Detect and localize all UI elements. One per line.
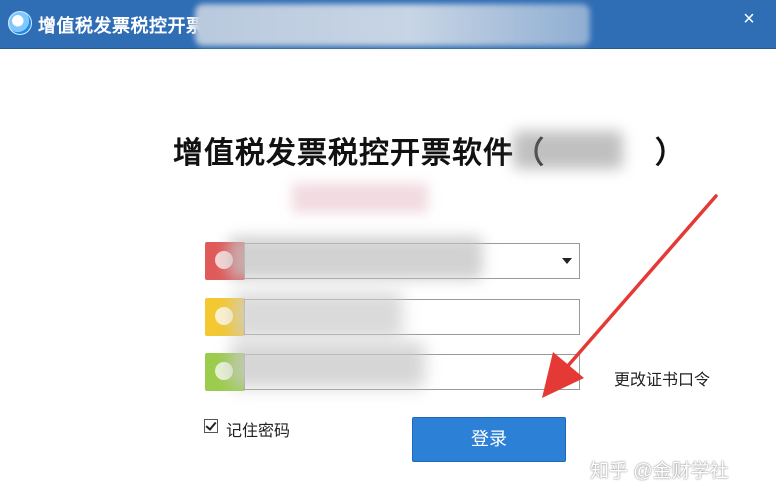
blurred-user-value bbox=[228, 236, 483, 280]
remember-password-label[interactable]: 记住密码 bbox=[226, 417, 290, 441]
remember-password-checkbox[interactable] bbox=[204, 419, 218, 433]
arrow-shaft bbox=[564, 194, 718, 370]
blurred-password-value bbox=[233, 292, 403, 338]
blurred-subtitle-region bbox=[292, 183, 428, 213]
checkmark-icon bbox=[205, 419, 217, 431]
app-logo-icon bbox=[8, 11, 32, 35]
login-button[interactable]: 登录 bbox=[412, 417, 566, 462]
page-heading-close: ） bbox=[655, 137, 686, 170]
blurred-cert-value bbox=[230, 342, 425, 388]
blurred-title-region bbox=[195, 4, 590, 46]
window-title: 增值税发票税控开票 bbox=[38, 16, 205, 36]
title-bar: 增值税发票税控开票 × bbox=[0, 0, 776, 49]
close-icon[interactable]: × bbox=[740, 9, 758, 29]
page-heading-text: 增值税发票税控开票软件（ bbox=[173, 137, 545, 170]
blurred-heading-region bbox=[513, 131, 623, 169]
watermark: 知乎 @金财学社 bbox=[590, 461, 729, 482]
chevron-down-icon[interactable] bbox=[562, 258, 572, 264]
change-cert-password-link[interactable]: 更改证书口令 bbox=[614, 366, 710, 390]
